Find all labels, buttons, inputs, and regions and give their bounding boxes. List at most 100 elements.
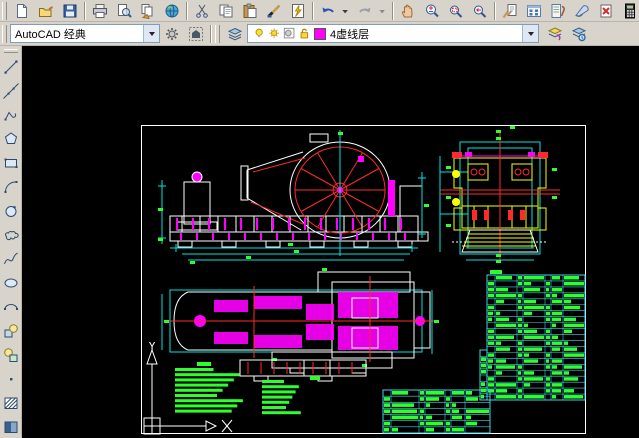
toolbar-grip[interactable]	[215, 25, 220, 43]
ellipse-button[interactable]	[0, 271, 22, 295]
polygon-button[interactable]	[0, 127, 22, 151]
undo-icon	[320, 3, 336, 19]
spline-button[interactable]	[0, 247, 22, 271]
workspace-selector[interactable]: AutoCAD 经典	[10, 24, 160, 43]
toolbar-separator	[186, 2, 188, 20]
workspace-settings-icon	[164, 26, 180, 42]
my-workspace-button[interactable]	[184, 23, 208, 44]
arc-icon	[3, 179, 19, 195]
pan-realtime-icon	[400, 3, 416, 19]
gradient-button[interactable]	[0, 415, 22, 438]
standard-toolbar: ?	[0, 0, 639, 22]
zoom-realtime-button[interactable]	[420, 0, 444, 21]
plot-icon	[92, 3, 108, 19]
zoom-window-icon	[448, 3, 464, 19]
save-file-icon	[62, 3, 78, 19]
redo-menu-icon	[378, 3, 389, 19]
new-file-button[interactable]	[10, 0, 34, 21]
workspace-selector-value: AutoCAD 经典	[15, 26, 141, 42]
sheet-set-manager-icon	[574, 3, 590, 19]
plot-preview-icon	[116, 3, 132, 19]
toolbar-grip[interactable]	[2, 25, 7, 43]
draw-toolbar	[0, 46, 22, 438]
arc-button[interactable]	[0, 175, 22, 199]
publish-web-icon	[164, 3, 180, 19]
design-center-icon	[526, 3, 542, 19]
layer-thaw-sun-icon[interactable]	[267, 26, 282, 41]
tool-palettes-button[interactable]	[546, 0, 570, 21]
rectangle-icon	[3, 155, 19, 171]
layer-on-bulb-icon[interactable]	[252, 26, 267, 41]
copy-button[interactable]	[214, 0, 238, 21]
layer-viewport-freeze-icon[interactable]	[282, 26, 297, 41]
publish-web-button[interactable]	[160, 0, 184, 21]
polyline-icon	[3, 107, 19, 123]
paste-icon	[242, 3, 258, 19]
construction-line-button[interactable]	[0, 79, 22, 103]
point-button[interactable]	[0, 367, 22, 391]
polyline-button[interactable]	[0, 103, 22, 127]
layer-unlock-icon[interactable]	[297, 26, 312, 41]
layer-states-manager-icon	[571, 26, 587, 42]
toolbar-grip[interactable]	[2, 2, 7, 20]
layer-previous-button[interactable]	[543, 23, 567, 44]
open-file-button[interactable]	[34, 0, 58, 21]
toolbar-separator	[494, 2, 496, 20]
markup-set-manager-button[interactable]	[594, 0, 618, 21]
workspace-settings-button[interactable]	[160, 23, 184, 44]
toolbar-grip[interactable]	[4, 49, 18, 53]
match-properties-icon	[266, 3, 282, 19]
publish-button[interactable]	[136, 0, 160, 21]
save-file-button[interactable]	[58, 0, 82, 21]
layer-selector[interactable]: 4虚线层	[247, 24, 539, 43]
revision-cloud-button[interactable]	[0, 223, 22, 247]
sheet-set-manager-button[interactable]	[570, 0, 594, 21]
hatch-button[interactable]	[0, 391, 22, 415]
properties-icon	[502, 3, 518, 19]
drawing-canvas[interactable]: Y	[22, 46, 639, 438]
construction-line-icon	[3, 83, 19, 99]
open-file-icon	[38, 3, 54, 19]
zoom-window-button[interactable]	[444, 0, 468, 21]
layer-selector-value: 4虚线层	[327, 26, 520, 42]
plot-preview-button[interactable]	[112, 0, 136, 21]
circle-button[interactable]	[0, 199, 22, 223]
workspace-selector-dropdown-icon[interactable]	[143, 25, 159, 42]
pan-realtime-button[interactable]	[396, 0, 420, 21]
layer-selector-dropdown-icon[interactable]	[522, 25, 538, 42]
zoom-realtime-icon	[424, 3, 440, 19]
toolbar-separator	[312, 2, 314, 20]
cut-button[interactable]	[190, 0, 214, 21]
ellipse-arc-icon	[3, 299, 19, 315]
layer-states-manager-button[interactable]	[567, 23, 591, 44]
design-center-button[interactable]	[522, 0, 546, 21]
toolbar-separator	[392, 2, 394, 20]
zoom-previous-button[interactable]	[468, 0, 492, 21]
polygon-icon	[3, 131, 19, 147]
quickcalc-button[interactable]	[618, 0, 639, 21]
block-editor-button[interactable]	[286, 0, 310, 21]
plot-button[interactable]	[88, 0, 112, 21]
layer-on-bulb-icon	[253, 27, 267, 41]
redo-menu-button[interactable]	[377, 0, 390, 21]
spline-icon	[3, 251, 19, 267]
gradient-icon	[3, 419, 19, 435]
layer-color-swatch-icon[interactable]	[312, 26, 327, 41]
match-properties-button[interactable]	[262, 0, 286, 21]
ellipse-arc-button[interactable]	[0, 295, 22, 319]
undo-menu-button[interactable]	[340, 0, 353, 21]
ucs-y-label: Y	[149, 340, 156, 353]
layer-properties-manager-icon	[227, 26, 243, 42]
layer-properties-manager-button[interactable]	[223, 23, 247, 44]
redo-button[interactable]	[353, 0, 377, 21]
insert-block-button[interactable]	[0, 319, 22, 343]
properties-button[interactable]	[498, 0, 522, 21]
paste-button[interactable]	[238, 0, 262, 21]
cut-icon	[194, 3, 210, 19]
my-workspace-icon	[188, 26, 204, 42]
toolbar-separator	[84, 2, 86, 20]
make-block-button[interactable]	[0, 343, 22, 367]
line-button[interactable]	[0, 55, 22, 79]
undo-button[interactable]	[316, 0, 340, 21]
rectangle-button[interactable]	[0, 151, 22, 175]
